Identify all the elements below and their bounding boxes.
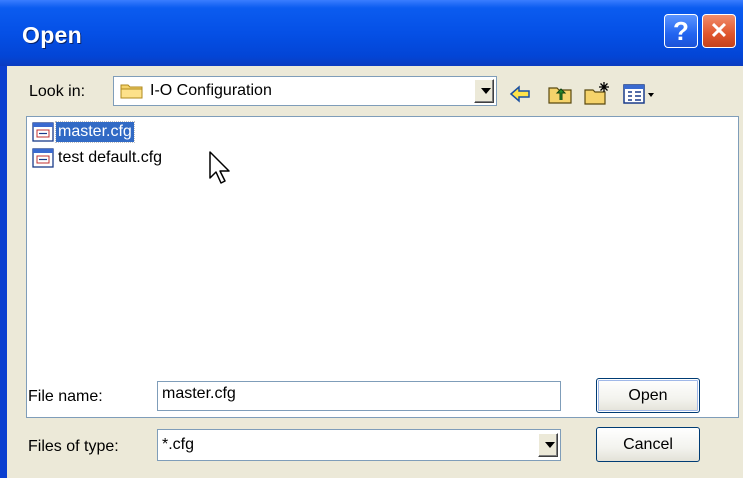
look-in-dropdown-button[interactable]	[474, 79, 494, 103]
look-in-value: I-O Configuration	[150, 82, 272, 99]
open-dialog: Open ? ✕ Look in: I-O Configuration mast…	[0, 0, 743, 478]
chevron-down-icon	[545, 442, 555, 448]
file-name-label: master.cfg	[55, 121, 135, 143]
close-button[interactable]: ✕	[702, 14, 736, 48]
new-folder-icon[interactable]	[582, 80, 612, 108]
dialog-client-area: Look in: I-O Configuration master.cfg te…	[7, 66, 743, 478]
files-of-type-dropdown-button[interactable]	[538, 433, 558, 457]
file-name-value: master.cfg	[162, 385, 236, 402]
file-name-label: File name:	[28, 388, 103, 405]
view-menu-icon[interactable]	[621, 80, 659, 108]
back-arrow-icon[interactable]	[505, 80, 535, 108]
cancel-button[interactable]: Cancel	[596, 427, 700, 462]
up-folder-icon[interactable]	[545, 80, 575, 108]
folder-icon	[120, 84, 143, 99]
file-list[interactable]: master.cfg test default.cfg	[26, 116, 739, 418]
look-in-dropdown[interactable]: I-O Configuration	[113, 76, 497, 106]
files-of-type-label: Files of type:	[28, 438, 119, 455]
mouse-cursor-icon	[209, 151, 230, 184]
files-of-type-value: *.cfg	[162, 436, 195, 453]
list-item-test-default-cfg[interactable]: test default.cfg	[32, 147, 164, 169]
dialog-title: Open	[22, 22, 82, 48]
files-of-type-dropdown[interactable]: *.cfg	[157, 429, 561, 461]
config-file-icon	[32, 148, 54, 168]
chevron-down-icon	[481, 88, 491, 94]
look-in-label: Look in:	[29, 83, 86, 100]
title-bar[interactable]: Open ? ✕	[0, 0, 743, 66]
help-button[interactable]: ?	[664, 14, 698, 48]
file-name-label: test default.cfg	[58, 149, 163, 166]
file-name-field[interactable]: master.cfg	[157, 381, 561, 411]
open-button[interactable]: Open	[596, 378, 700, 413]
list-item-master-cfg[interactable]: master.cfg	[32, 121, 135, 143]
config-file-icon	[32, 122, 54, 142]
